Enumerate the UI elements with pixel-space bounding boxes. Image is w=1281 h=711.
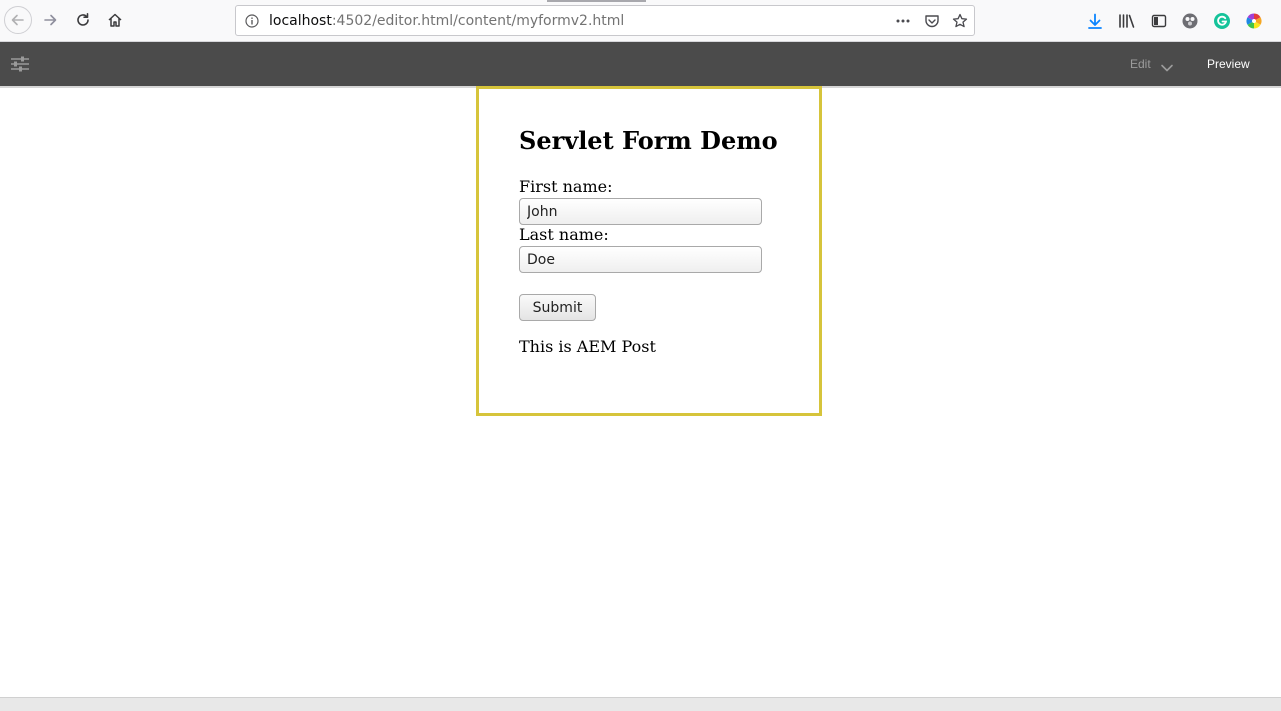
color-extension-button[interactable] (1245, 12, 1263, 30)
color-wheel-icon (1246, 13, 1262, 29)
first-name-label: First name: (519, 177, 613, 196)
page-actions-button[interactable] (895, 13, 911, 29)
back-button[interactable] (4, 6, 32, 34)
arrow-right-icon (44, 14, 57, 26)
edit-mode-label[interactable]: Edit (1130, 57, 1151, 71)
url-host: localhost (269, 13, 332, 29)
url-bar[interactable]: localhost:4502/editor.html/content/myfor… (235, 5, 975, 36)
sidebar-button[interactable] (1150, 12, 1168, 30)
bookmark-button[interactable] (952, 13, 968, 29)
library-button[interactable] (1118, 12, 1136, 30)
tab-indicator (547, 0, 646, 2)
grammarly-icon (1214, 13, 1230, 29)
side-panel-toggle[interactable] (9, 55, 31, 73)
sliders-icon (11, 56, 29, 72)
submit-button[interactable]: Submit (519, 294, 596, 321)
url-text[interactable]: localhost:4502/editor.html/content/myfor… (269, 13, 624, 29)
more-horizontal-icon (896, 19, 910, 23)
editor-toolbar: Edit Preview (0, 42, 1281, 86)
last-name-label: Last name: (519, 225, 609, 244)
extension-button[interactable] (1181, 12, 1199, 30)
extension-icon (1182, 13, 1198, 29)
site-info-button[interactable] (244, 13, 260, 29)
first-name-input[interactable] (519, 198, 762, 225)
download-icon (1088, 13, 1102, 29)
preview-button[interactable]: Preview (1207, 57, 1250, 71)
browser-toolbar: localhost:4502/editor.html/content/myfor… (0, 0, 1281, 42)
url-path: :4502/editor.html/content/myformv2.html (331, 13, 625, 29)
pocket-button[interactable] (924, 13, 940, 29)
grammarly-button[interactable] (1213, 12, 1231, 30)
star-icon (952, 13, 968, 28)
mode-dropdown[interactable] (1160, 58, 1174, 72)
library-icon (1119, 14, 1135, 28)
chevron-down-icon (1161, 64, 1173, 72)
home-button[interactable] (102, 7, 128, 33)
sidebar-icon (1151, 14, 1167, 28)
form-title: Servlet Form Demo (519, 126, 778, 155)
arrow-left-icon (11, 14, 24, 26)
reload-button[interactable] (70, 7, 96, 33)
last-name-input[interactable] (519, 246, 762, 273)
forward-button[interactable] (37, 7, 63, 33)
downloads-button[interactable] (1086, 12, 1104, 30)
reload-icon (77, 13, 89, 26)
pocket-icon (925, 15, 939, 28)
result-text: This is AEM Post (519, 337, 656, 356)
info-icon (245, 14, 259, 28)
horizontal-scrollbar[interactable] (0, 697, 1281, 711)
home-icon (108, 13, 122, 27)
